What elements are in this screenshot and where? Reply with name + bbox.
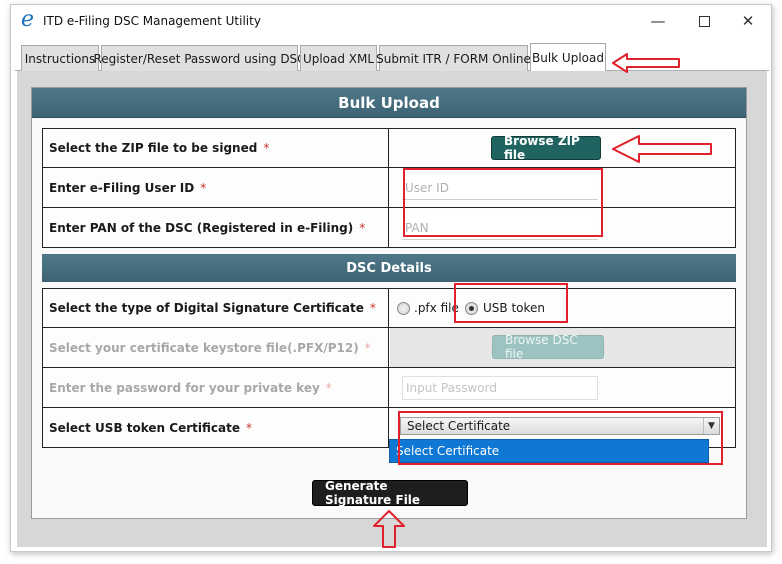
browse-dsc-button[interactable]: Browse DSC file xyxy=(492,333,604,361)
tab-upload-xml[interactable]: Upload XML xyxy=(300,45,377,71)
minimize-button[interactable]: — xyxy=(643,11,673,31)
panel-title: Bulk Upload xyxy=(32,88,746,118)
user-id-row: Enter e-Filing User ID * User ID xyxy=(42,168,736,208)
keystore-label: Select your certificate keystore file(.P… xyxy=(43,328,389,367)
pfx-file-radio-label[interactable]: .pfx file xyxy=(414,301,459,315)
password-input[interactable]: Input Password xyxy=(402,376,598,400)
user-id-input[interactable]: User ID xyxy=(402,176,598,200)
required-marker: * xyxy=(369,301,376,315)
required-marker: * xyxy=(359,220,366,235)
required-marker: * xyxy=(364,340,371,355)
usb-token-radio-label[interactable]: USB token xyxy=(483,301,545,315)
dsc-type-row: Select the type of Digital Signature Cer… xyxy=(42,288,736,328)
annotation-arrow-generate xyxy=(373,510,405,548)
title-bar: e ITD e-Filing DSC Management Utility — … xyxy=(11,5,771,37)
keystore-row: Select your certificate keystore file(.P… xyxy=(42,328,736,368)
generate-signature-button[interactable]: Generate Signature File xyxy=(312,479,468,507)
tab-instructions[interactable]: Instructions xyxy=(21,45,99,71)
required-marker: * xyxy=(200,180,207,195)
required-marker: * xyxy=(325,380,332,395)
annotation-arrow-browse-zip xyxy=(612,135,712,163)
dsc-details-header: DSC Details xyxy=(42,254,736,282)
app-window: e ITD e-Filing DSC Management Utility — … xyxy=(10,4,772,552)
window-title: ITD e-Filing DSC Management Utility xyxy=(43,14,261,28)
minimize-icon: — xyxy=(650,12,666,30)
chevron-down-icon[interactable]: ▼ xyxy=(703,418,719,434)
tab-label: Submit ITR / FORM Online xyxy=(376,51,531,66)
annotation-arrow-tab xyxy=(612,53,680,73)
certificate-select[interactable]: Select Certificate ▼ xyxy=(400,417,720,435)
close-button[interactable]: ✕ xyxy=(733,11,763,31)
dsc-type-label: Select the type of Digital Signature Cer… xyxy=(43,289,389,327)
pan-input[interactable]: PAN xyxy=(402,216,598,240)
maximize-button[interactable] xyxy=(689,11,719,31)
zip-file-label: Select the ZIP file to be signed * xyxy=(43,129,389,167)
tab-label: Instructions xyxy=(24,51,96,66)
tab-submit-itr-form[interactable]: Submit ITR / FORM Online xyxy=(376,45,531,71)
pfx-file-radio[interactable] xyxy=(397,302,410,315)
tab-label: Upload XML xyxy=(302,51,375,66)
tab-bulk-upload[interactable]: Bulk Upload xyxy=(530,43,606,72)
user-id-label: Enter e-Filing User ID * xyxy=(43,168,389,207)
certificate-select-value: Select Certificate xyxy=(407,419,511,433)
close-icon: ✕ xyxy=(741,12,755,30)
tab-register-reset-password[interactable]: Register/Reset Password using DSC xyxy=(93,45,306,71)
tab-label: Register/Reset Password using DSC xyxy=(93,51,306,66)
required-marker: * xyxy=(245,420,252,435)
tab-label: Bulk Upload xyxy=(532,51,604,65)
usb-token-radio[interactable] xyxy=(465,302,478,315)
pan-label: Enter PAN of the DSC (Registered in e-Fi… xyxy=(43,208,389,247)
certificate-dropdown-option[interactable]: Select Certificate xyxy=(389,439,709,463)
required-marker: * xyxy=(263,141,270,155)
usb-certificate-label: Select USB token Certificate * xyxy=(43,408,389,447)
password-row: Enter the password for your private key *… xyxy=(42,368,736,408)
e-logo-icon: e xyxy=(21,7,35,32)
password-label: Enter the password for your private key * xyxy=(43,368,389,407)
maximize-icon xyxy=(698,15,710,27)
pan-row: Enter PAN of the DSC (Registered in e-Fi… xyxy=(42,208,736,248)
browse-zip-button[interactable]: Browse ZIP file xyxy=(491,134,601,162)
